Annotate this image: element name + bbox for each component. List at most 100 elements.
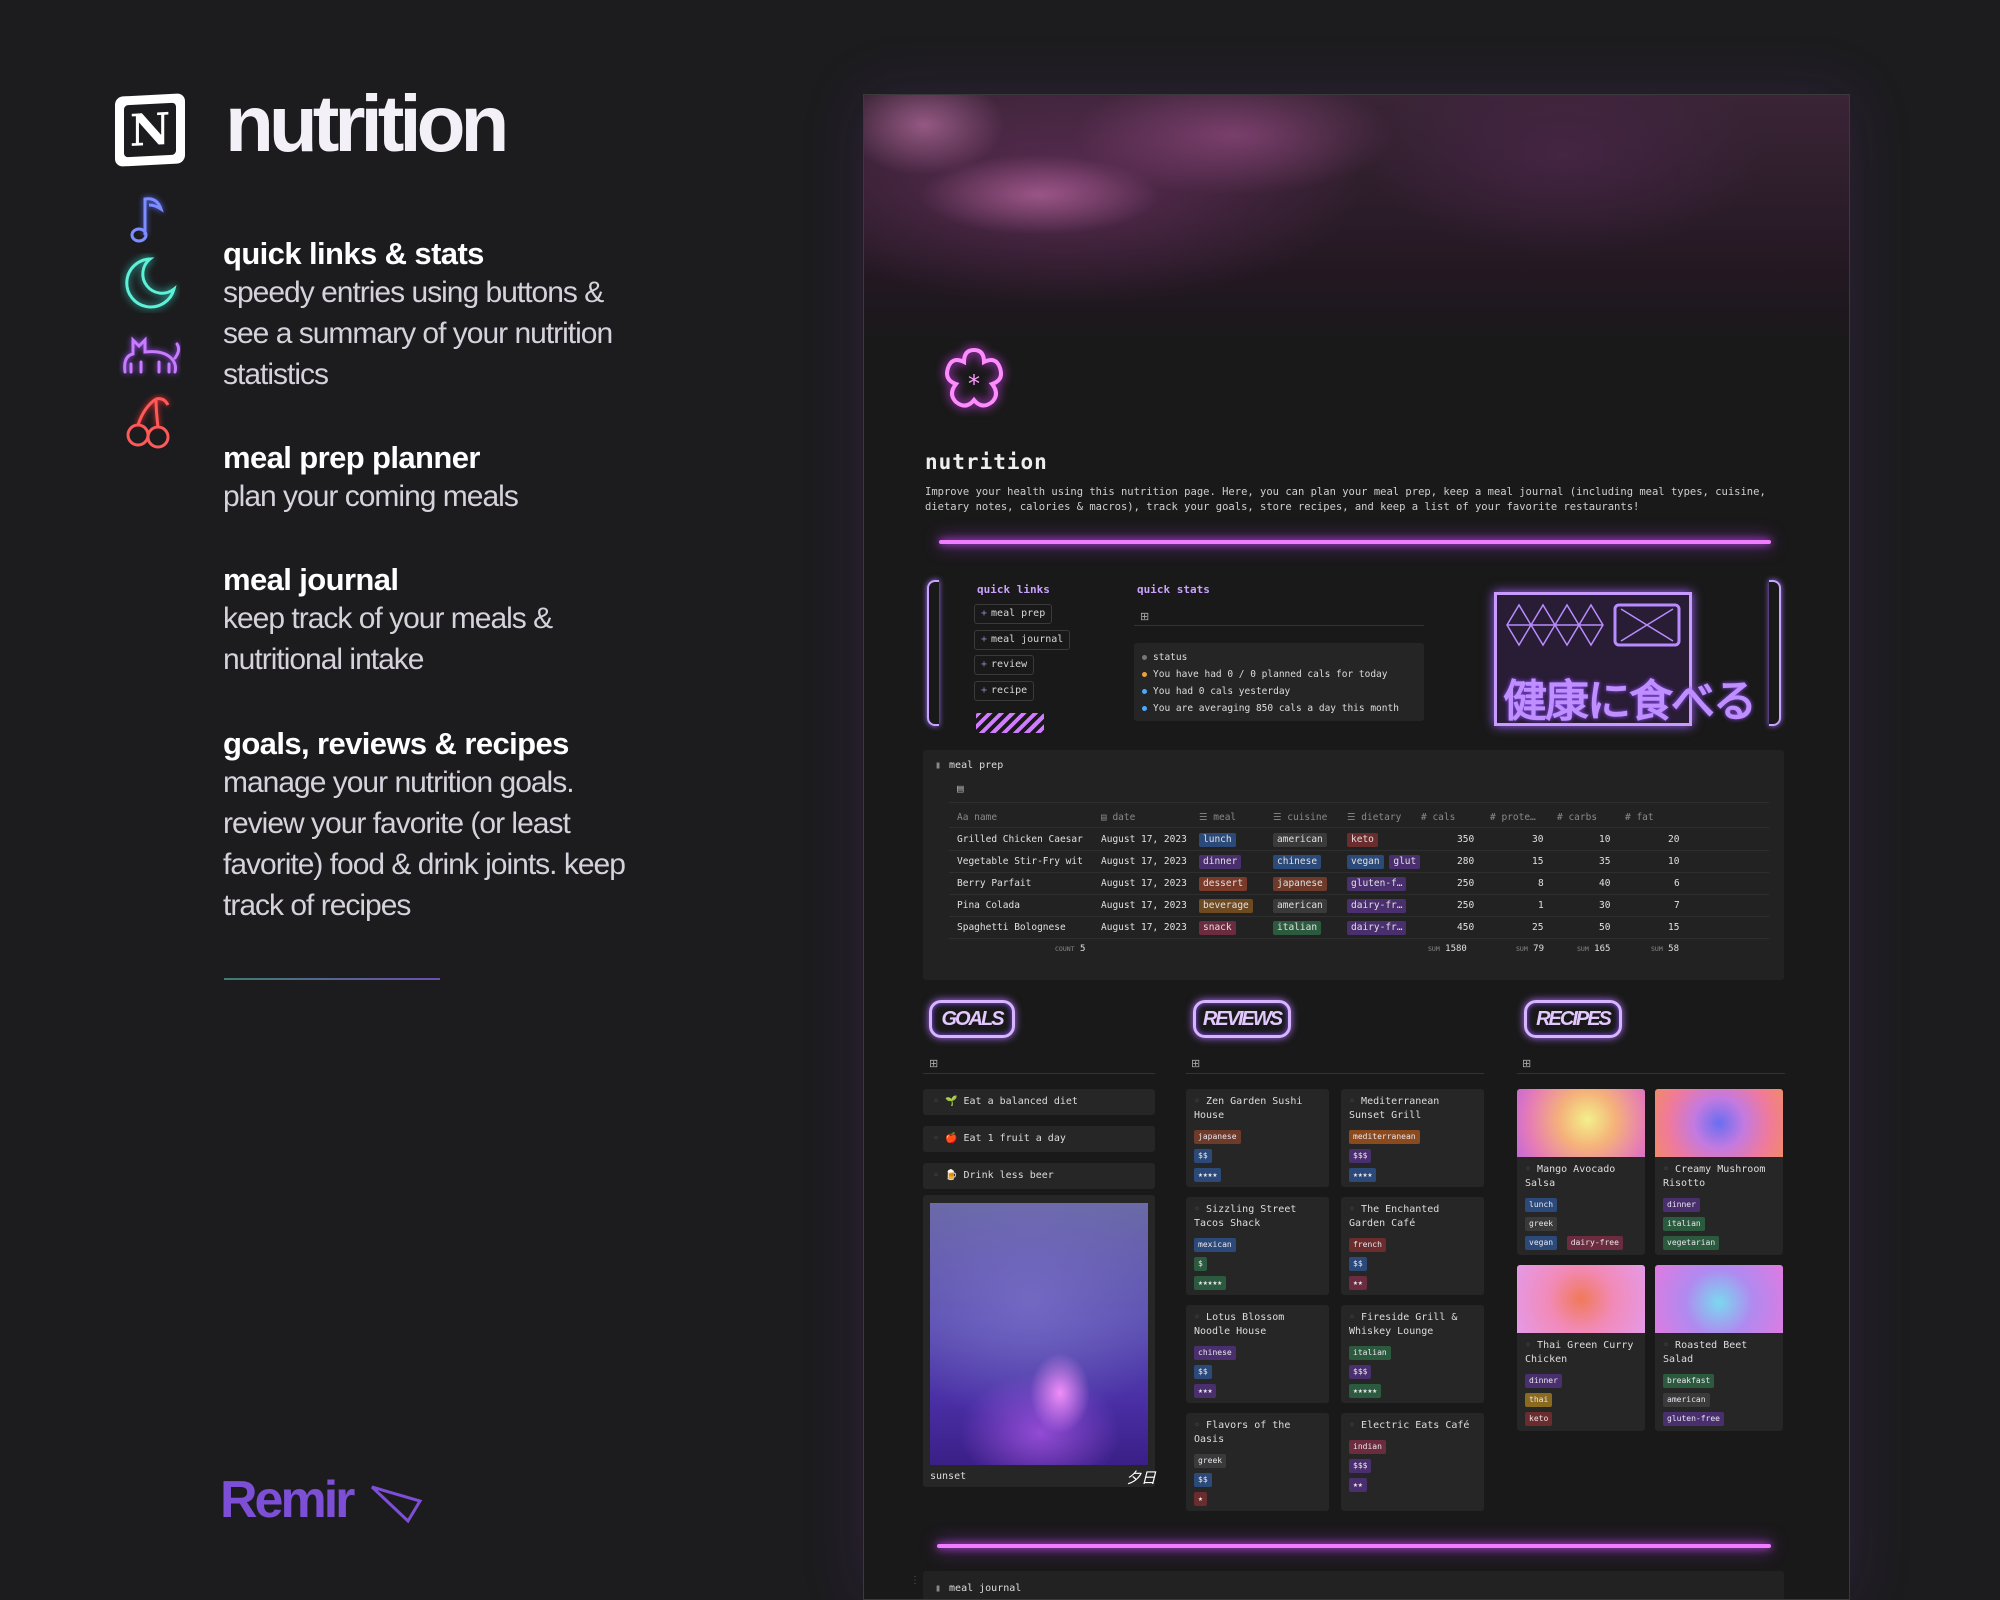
divider <box>949 894 1769 895</box>
cell-cuisine: american <box>1273 899 1327 913</box>
flower-icon: * <box>934 340 1014 425</box>
neon-divider <box>937 1544 1771 1548</box>
feature-heading: goals, reviews & recipes <box>223 726 569 761</box>
meal-journal-database <box>923 1571 1784 1599</box>
recipe-card[interactable]: ◦ Thai Green Curry Chicken dinner thai ket… <box>1517 1265 1645 1431</box>
review-card[interactable]: ◦ Flavors of the Oasis greek $$ ★ <box>1186 1413 1329 1511</box>
cell-protein: 15 <box>1532 856 1544 867</box>
notion-logo-icon: N <box>115 93 185 167</box>
column-header[interactable]: # fat <box>1625 812 1654 823</box>
sum-protein: SUM 79 <box>1516 944 1545 954</box>
review-card[interactable]: ◦ Sizzling Street Tacos Shack mexican $ ★★… <box>1186 1197 1329 1295</box>
sunset-city-image <box>930 1203 1148 1465</box>
feature-meal-prep: meal prep planner plan your coming meals <box>223 440 643 517</box>
meal-journal-title[interactable]: ▮ meal journal <box>935 1583 1021 1594</box>
cell-cuisine: italian <box>1273 921 1322 935</box>
column-header[interactable]: # cals <box>1421 812 1455 823</box>
button-review[interactable]: + review <box>974 655 1035 675</box>
music-note-icon <box>115 188 185 250</box>
goal-item[interactable]: ◦ 🍎 Eat 1 fruit a day <box>923 1126 1155 1152</box>
cell-dietary: keto <box>1347 833 1378 847</box>
svg-text:*: * <box>968 370 980 398</box>
meal-prep-title[interactable]: ▮ meal prep <box>935 760 1003 771</box>
column-header[interactable]: # carbs <box>1557 812 1597 823</box>
review-card[interactable]: ◦ Electric Eats Café indian $$$ ★★ <box>1341 1413 1484 1511</box>
divider <box>949 872 1769 873</box>
divider <box>1134 625 1424 626</box>
count-footer: COUNT 5 <box>1055 944 1086 954</box>
mesh-pattern-icon <box>1506 603 1681 647</box>
feature-meal-journal: meal journal keep track of your meals & … <box>223 562 643 680</box>
review-card[interactable]: ◦ Mediterranean Sunset Grill mediterrane… <box>1341 1089 1484 1187</box>
review-card[interactable]: ◦ The Enchanted Garden Café french $$ ★★ <box>1341 1197 1484 1295</box>
review-card[interactable]: ◦ Fireside Grill & Whiskey Lounge italia… <box>1341 1305 1484 1403</box>
button-recipe[interactable]: + recipe <box>974 681 1035 701</box>
cell-fat: 15 <box>1668 922 1680 933</box>
cell-meal: dessert <box>1199 877 1248 891</box>
cell-dietary: vegan glut <box>1347 855 1421 869</box>
button-meal-prep[interactable]: + meal prep <box>974 604 1053 624</box>
table-view-icon[interactable]: ▤ <box>957 782 964 795</box>
divider <box>949 827 1769 828</box>
review-card[interactable]: ◦ Lotus Blossom Noodle House chinese $$ ★★… <box>1186 1305 1329 1403</box>
quick-stats-card[interactable]: status You have had 0 / 0 planned cals f… <box>1134 643 1424 721</box>
crescent-moon-icon <box>115 252 185 314</box>
button-meal-journal[interactable]: + meal journal <box>974 630 1071 650</box>
recipe-card[interactable]: ◦ Roasted Beet Salad breakfast american gl… <box>1655 1265 1783 1431</box>
feature-heading: meal journal <box>223 562 399 597</box>
column-header[interactable]: Aa name <box>957 812 997 823</box>
japanese-banner-text: 健康に食べる <box>1503 677 1757 726</box>
divider <box>923 1073 1155 1074</box>
decorative-stripes <box>976 713 1044 733</box>
cell-fat: 20 <box>1668 834 1680 845</box>
divider <box>949 850 1769 851</box>
gallery-view-icon[interactable]: ⊞ <box>1140 610 1149 623</box>
quick-stats-heading: quick stats <box>1137 583 1210 596</box>
feature-text: speedy entries using buttons & see a sum… <box>223 276 613 391</box>
cell-protein: 1 <box>1538 900 1544 911</box>
cherries-icon <box>115 392 185 454</box>
goal-item[interactable]: ◦ 🌱 Eat a balanced diet <box>923 1089 1155 1115</box>
recipe-card[interactable]: ◦ Mango Avocado Salsa lunch greek vegan da… <box>1517 1089 1645 1255</box>
gallery-view-icon[interactable]: ⊞ <box>1522 1057 1531 1070</box>
divider <box>224 978 440 980</box>
cell-cuisine: japanese <box>1273 877 1327 891</box>
gallery-view-icon[interactable]: ⊞ <box>1191 1057 1200 1070</box>
divider <box>1186 1073 1484 1074</box>
cell-dietary: gluten-f… <box>1347 877 1407 891</box>
recipe-thumbnail <box>1517 1265 1645 1333</box>
stat-line: You are averaging 850 cals a day this mo… <box>1153 703 1399 714</box>
cell-date: August 17, 2023 <box>1101 878 1187 889</box>
column-header[interactable]: # prote… <box>1490 812 1536 823</box>
sum-carbs: SUM 165 <box>1577 944 1611 954</box>
bracket-right <box>1769 580 1781 726</box>
cell-carbs: 10 <box>1599 834 1611 845</box>
bookmark-icon: ▮ <box>935 1583 942 1594</box>
column-header[interactable]: ▤ date <box>1101 812 1135 823</box>
goals-label: GOALS <box>929 1000 1015 1038</box>
notion-page-preview: * nutrition Improve your health using th… <box>863 94 1850 1600</box>
cell-dietary: dairy-fr… <box>1347 921 1407 935</box>
column-header[interactable]: ☰ meal <box>1199 812 1236 823</box>
cell-meal: beverage <box>1199 899 1253 913</box>
cat-icon <box>115 322 185 384</box>
page-title: nutrition <box>925 450 1048 474</box>
recipes-label: RECIPES <box>1524 1000 1622 1038</box>
goal-item[interactable]: ◦ 🍺 Drink less beer <box>923 1163 1155 1189</box>
recipe-thumbnail <box>1655 1265 1783 1333</box>
recipe-card[interactable]: ◦ Creamy Mushroom Risotto dinner italian v… <box>1655 1089 1783 1255</box>
column-header[interactable]: ☰ dietary <box>1347 812 1401 823</box>
status-label: status <box>1153 652 1188 663</box>
sum-fat: SUM 58 <box>1651 944 1680 954</box>
quick-links-heading: quick links <box>977 583 1050 596</box>
review-card[interactable]: ◦ Zen Garden Sushi House japanese $$ ★★★★ <box>1186 1089 1329 1187</box>
column-header[interactable]: ☰ cuisine <box>1273 812 1327 823</box>
gallery-view-icon[interactable]: ⊞ <box>929 1057 938 1070</box>
divider <box>949 938 1769 939</box>
feature-heading: meal prep planner <box>223 440 480 475</box>
feature-goals-reviews-recipes: goals, reviews & recipes manage your nut… <box>223 726 643 926</box>
cell-protein: 8 <box>1538 878 1544 889</box>
cell-name: Spaghetti Bolognese <box>957 922 1066 933</box>
cell-name: Vegetable Stir-Fry wit <box>957 856 1083 867</box>
page-description: Improve your health using this nutrition… <box>925 486 1766 513</box>
